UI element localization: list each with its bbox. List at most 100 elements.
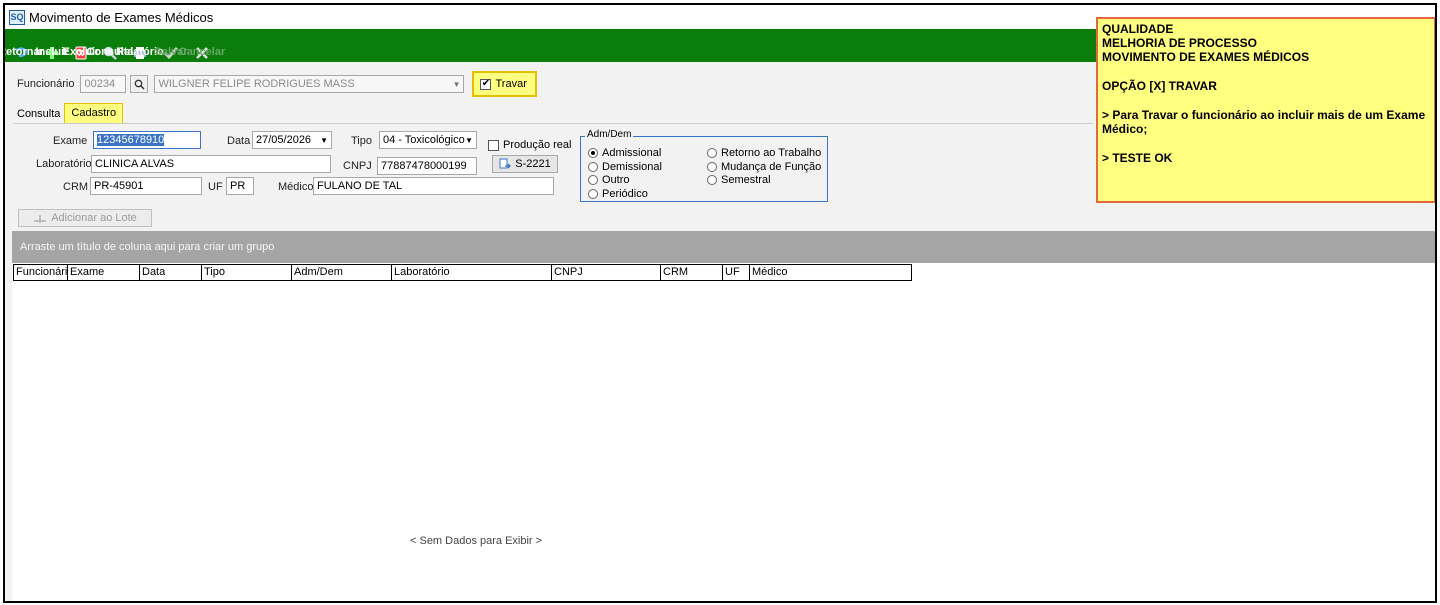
radio-unselected-icon (588, 189, 598, 199)
radio-unselected-icon (588, 175, 598, 185)
radio-admissional[interactable]: Admissional (588, 147, 661, 159)
crm-label: CRM (63, 181, 89, 193)
employee-search-button[interactable] (130, 75, 149, 93)
consulta-button[interactable]: Consulta (86, 46, 134, 62)
medico-label: Médico (278, 181, 314, 193)
lock-label: Travar (495, 78, 527, 90)
incluir-button[interactable]: Incluir (35, 46, 69, 62)
col-funcionario[interactable]: Funcionário (14, 265, 68, 280)
search-icon (134, 79, 145, 90)
radio-semestral[interactable]: Semestral (707, 174, 771, 186)
radio-label: Mudança de Função (721, 161, 822, 173)
radio-periodico[interactable]: Periódico (588, 188, 648, 200)
col-uf[interactable]: UF (723, 265, 750, 280)
col-adm-dem[interactable]: Adm/Dem (292, 265, 392, 280)
note-spacer (1102, 136, 1430, 151)
exame-value: 12345678910 (97, 134, 165, 146)
radio-label: Semestral (721, 174, 771, 186)
col-laboratorio[interactable]: Laboratório (392, 265, 552, 280)
note-spacer (1102, 93, 1430, 108)
checkbox-unchecked-icon (488, 139, 499, 151)
add-batch-icon (34, 215, 47, 223)
col-cnpj[interactable]: CNPJ (552, 265, 661, 280)
tab-cadastro[interactable]: Cadastro (64, 103, 124, 123)
radio-label: Periódico (602, 188, 648, 200)
adm-dem-group: Adm/Dem Admissional Demissional Outro Pe… (580, 129, 828, 202)
producao-real-label: Produção real (503, 139, 572, 151)
radio-selected-icon (588, 148, 598, 158)
relatorio-button[interactable]: Relatório (116, 46, 164, 62)
tipo-label: Tipo (351, 135, 372, 147)
exame-input[interactable]: 12345678910 (93, 131, 201, 149)
employee-name-value: WILGNER FELIPE RODRIGUES MASS (158, 78, 355, 90)
radio-retorno-trabalho[interactable]: Retorno ao Trabalho (707, 147, 821, 159)
group-by-panel[interactable]: Arraste um título de coluna aqui para cr… (12, 231, 1435, 263)
col-data[interactable]: Data (140, 265, 202, 280)
chevron-down-icon: ▼ (452, 79, 461, 89)
cadastro-form: Exame 12345678910 Data 27/05/2026 ▼ Tipo… (13, 123, 1093, 205)
data-picker[interactable]: 27/05/2026 ▼ (252, 131, 332, 149)
employee-row: Funcionário 00234 WILGNER FELIPE RODRIGU… (13, 68, 1093, 100)
radio-outro[interactable]: Outro (588, 174, 630, 186)
radio-label: Retorno ao Trabalho (721, 147, 822, 159)
employee-name-combo[interactable]: WILGNER FELIPE RODRIGUES MASS ▼ (154, 75, 465, 93)
note-line: MOVIMENTO DE EXAMES MÉDICOS (1102, 50, 1310, 64)
tipo-select[interactable]: 04 - Toxicológico ▼ (379, 131, 477, 149)
note-line: OPÇÃO [X] TRAVAR (1102, 79, 1217, 93)
group-by-hint: Arraste um título de coluna aqui para cr… (20, 241, 275, 253)
adm-dem-title: Adm/Dem (585, 129, 634, 140)
s2221-button[interactable]: S-2221 (492, 155, 558, 173)
col-exame[interactable]: Exame (68, 265, 140, 280)
s2221-label: S-2221 (515, 158, 551, 170)
radio-label: Outro (602, 174, 630, 186)
exame-label: Exame (53, 135, 88, 147)
note-line: MELHORIA DE PROCESSO (1102, 36, 1257, 50)
chevron-down-icon: ▼ (465, 135, 473, 145)
uf-input[interactable]: PR (226, 177, 254, 195)
radio-mudanca-funcao[interactable]: Mudança de Função (707, 161, 821, 173)
col-medico[interactable]: Médico (750, 265, 912, 280)
cancelar-button[interactable]: Cancelar (179, 46, 225, 62)
laboratorio-input[interactable]: CLINICA ALVAS (91, 155, 331, 173)
note-spacer (1102, 64, 1430, 79)
radio-label: Admissional (602, 147, 662, 159)
retornar-button[interactable]: Retornar (5, 46, 44, 62)
checkbox-checked-icon: ✔ (480, 78, 492, 90)
crm-input[interactable]: PR-45901 (90, 177, 202, 195)
tab-consulta[interactable]: Consulta (13, 105, 64, 123)
employee-label: Funcionário (17, 78, 75, 90)
chevron-down-icon: ▼ (320, 135, 328, 145)
radio-unselected-icon (707, 175, 717, 185)
radio-unselected-icon (707, 148, 717, 158)
employee-code-field[interactable]: 00234 (80, 75, 127, 93)
radio-label: Demissional (602, 161, 662, 173)
exams-grid[interactable]: Funcionário Exame Data Tipo Adm/Dem Labo… (12, 263, 1435, 601)
lock-employee-checkbox[interactable]: ✔ Travar (472, 71, 537, 97)
exam-movement-window: SQ Movimento de Exames Médicos Retornar … (3, 3, 1437, 603)
document-export-icon (499, 158, 512, 169)
col-tipo[interactable]: Tipo (202, 265, 292, 280)
app-logo-icon: SQ (9, 9, 25, 25)
note-line: > Para Travar o funcionário ao incluir m… (1102, 108, 1426, 136)
add-to-batch-button[interactable]: Adicionar ao Lote (18, 209, 152, 227)
salvar-button[interactable]: Salvar (154, 46, 188, 62)
radio-unselected-icon (588, 162, 598, 172)
col-crm[interactable]: CRM (661, 265, 723, 280)
tipo-value: 04 - Toxicológico (383, 134, 465, 146)
data-value: 27/05/2026 (256, 134, 312, 146)
medico-input[interactable]: FULANO DE TAL (313, 177, 554, 195)
annotation-note: QUALIDADE MELHORIA DE PROCESSO MOVIMENTO… (1096, 17, 1435, 203)
note-line: QUALIDADE (1102, 22, 1174, 36)
excluir-button[interactable]: Excluir (63, 46, 99, 62)
note-line: > TESTE OK (1102, 151, 1173, 165)
producao-real-checkbox[interactable]: Produção real (488, 139, 572, 151)
uf-label: UF (208, 181, 223, 193)
cnpj-input[interactable]: 77887478000199 (377, 157, 477, 175)
grid-header: Funcionário Exame Data Tipo Adm/Dem Labo… (13, 264, 912, 281)
window-title: Movimento de Exames Médicos (29, 9, 214, 25)
tab-strip: Consulta Cadastro (13, 101, 124, 123)
laboratorio-label: Laboratório (36, 158, 92, 170)
radio-demissional[interactable]: Demissional (588, 161, 662, 173)
grid-empty-message: < Sem Dados para Exibir > (410, 535, 543, 547)
cnpj-label: CNPJ (343, 160, 372, 172)
